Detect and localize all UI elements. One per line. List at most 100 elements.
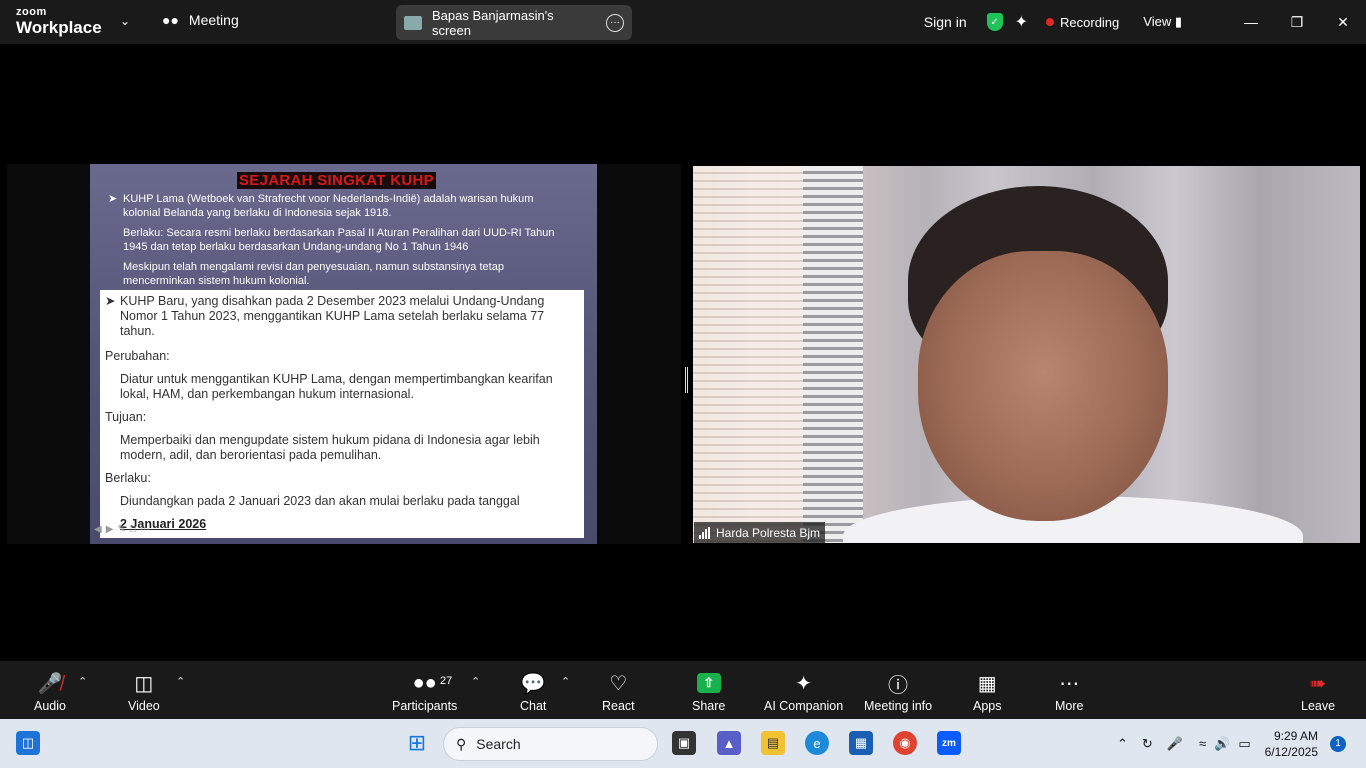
wifi-icon[interactable]: ≈ <box>1199 736 1206 751</box>
slide-bullet-1-text: KUHP Lama (Wetboek van Strafrecht voor N… <box>123 193 534 219</box>
participant-name: Harda Polresta Bjm <box>716 525 821 540</box>
shared-screen-view[interactable]: SEJARAH SINGKAT KUHP ➤ KUHP Lama (Wetboe… <box>7 164 681 544</box>
participants-count: 27 <box>440 675 453 687</box>
windows-start-icon[interactable]: ⊞ <box>405 730 429 755</box>
task-view-icon[interactable]: ▣ <box>672 731 696 755</box>
logo-zoom-text: zoom <box>16 6 47 18</box>
sign-in-link[interactable]: Sign in <box>924 14 967 30</box>
slide-para-3: Meskipun telah mengalami revisi dan peny… <box>123 261 504 287</box>
ai-companion-button[interactable]: ✦ AI Companion <box>764 669 844 714</box>
sparkle-icon[interactable]: ✦ <box>1015 12 1028 32</box>
more-label: More <box>1055 699 1084 713</box>
react-button[interactable]: ♡ React <box>602 669 635 714</box>
taskbar-clock[interactable]: 9:29 AM 6/12/2025 <box>1265 728 1318 760</box>
edge-browser-icon[interactable]: e <box>805 731 829 755</box>
tujuan-text: Memperbaiki dan mengupdate sistem hukum … <box>120 433 540 462</box>
battery-icon[interactable]: ▭ <box>1238 736 1250 752</box>
participants-label: Participants <box>392 699 458 713</box>
splitter-handle[interactable] <box>685 367 688 393</box>
meeting-label: Meeting <box>188 12 239 28</box>
view-button[interactable]: View ▮ <box>1143 14 1182 30</box>
sync-icon[interactable]: ↻ <box>1142 736 1153 752</box>
chat-label: Chat <box>520 699 547 713</box>
recording-indicator[interactable]: Recording <box>1046 15 1119 30</box>
leave-door-icon: ➠ <box>1309 672 1327 695</box>
volume-icon[interactable]: 🔊 <box>1214 736 1230 752</box>
widgets-icon[interactable]: ◫ <box>16 731 40 755</box>
windows-taskbar: ◫ ⊞ ⚲ Search ▣ ▲ ▤ e ▦ ◉ zm ⌃ ↻ 🎤 ≈ 🔊 ▭ … <box>0 719 1366 768</box>
more-button[interactable]: ⋯ More <box>1055 669 1084 714</box>
search-icon: ⚲ <box>456 735 467 752</box>
berlaku-text: Diundangkan pada 2 Januari 2023 dan akan… <box>120 494 520 508</box>
notification-badge[interactable]: 1 <box>1330 735 1346 752</box>
signal-strength-icon <box>699 526 710 539</box>
shared-screen-pill[interactable]: Bapas Banjarmasin's screen ··· <box>396 5 632 40</box>
video-button[interactable]: ◫ Video <box>128 669 160 714</box>
microphone-muted-icon: 🎤̸ <box>37 672 63 695</box>
slide-controls[interactable]: ◀▶✎□⋯ <box>94 524 154 535</box>
zoom-app-icon[interactable]: zm <box>937 731 961 755</box>
recording-label: Recording <box>1060 14 1120 30</box>
view-label: View <box>1143 14 1172 29</box>
restore-icon[interactable]: ❐ <box>1274 14 1320 31</box>
perubahan-heading: Perubahan: <box>105 349 170 363</box>
minimize-icon[interactable]: — <box>1228 14 1274 30</box>
chevron-down-icon[interactable]: ⌄ <box>120 14 130 28</box>
meeting-toolbar: 🎤̸ Audio ⌃ ◫ Video ⌃ ●● Participants 27 … <box>0 661 1366 719</box>
ai-companion-label: AI Companion <box>764 699 844 713</box>
taskbar-search-box[interactable]: ⚲ Search <box>443 727 658 761</box>
people-icon: ●● <box>162 12 179 28</box>
title-bar: zoom Workplace ⌄ ●● Meeting Bapas Banjar… <box>0 0 1366 44</box>
participant-name-tag: Harda Polresta Bjm <box>694 522 826 543</box>
chevron-up-icon[interactable]: ⌃ <box>1117 736 1128 752</box>
box-bullet: ➤ KUHP Baru, yang disahkan pada 2 Desemb… <box>105 294 579 339</box>
meeting-menu[interactable]: ●● Meeting <box>162 12 239 28</box>
leave-button[interactable]: ➠ Leave <box>1301 669 1336 714</box>
more-icon: ⋯ <box>1059 672 1080 695</box>
screen-thumbnail-icon <box>404 15 422 30</box>
microsoft-store-icon[interactable]: ▦ <box>849 731 873 755</box>
arrow-bullet-icon: ➤ <box>105 294 116 308</box>
video-label: Video <box>128 699 160 713</box>
video-camera-icon: ◫ <box>134 672 154 695</box>
audio-label: Audio <box>34 699 66 713</box>
share-button[interactable]: ⇧ Share <box>692 669 725 713</box>
box-bullet-text: KUHP Baru, yang disahkan pada 2 Desember… <box>120 294 545 338</box>
more-options-icon[interactable]: ··· <box>606 13 624 32</box>
presentation-slide: SEJARAH SINGKAT KUHP ➤ KUHP Lama (Wetboe… <box>90 164 597 544</box>
meeting-info-button[interactable]: ⓘ Meeting info <box>864 669 933 714</box>
audio-button[interactable]: 🎤̸ Audio <box>34 669 66 714</box>
chat-button[interactable]: 💬 Chat <box>520 669 547 714</box>
system-tray: ⌃ ↻ 🎤 ≈ 🔊 ▭ 9:29 AM 6/12/2025 1 <box>1117 719 1366 768</box>
slide-para-2: Berlaku: Secara resmi berlaku berdasarka… <box>123 227 555 253</box>
apps-button[interactable]: ▦ Apps <box>973 669 1002 714</box>
apps-icon: ▦ <box>977 672 997 695</box>
share-label: Share <box>692 699 726 713</box>
chat-icon: 💬 <box>520 672 546 695</box>
microphone-icon[interactable]: 🎤 <box>1167 736 1183 752</box>
person-face <box>918 251 1168 521</box>
chat-chevron-up-icon[interactable]: ⌃ <box>561 675 570 688</box>
sparkle-icon: ✦ <box>795 672 812 695</box>
audio-chevron-up-icon[interactable]: ⌃ <box>78 675 87 688</box>
teams-icon[interactable]: ▲ <box>717 731 741 755</box>
chrome-icon[interactable]: ◉ <box>893 731 917 755</box>
close-icon[interactable]: ✕ <box>1320 14 1366 31</box>
slide-title: SEJARAH SINGKAT KUHP <box>237 172 436 189</box>
shield-icon[interactable]: ✓ <box>986 13 1003 31</box>
info-icon: ⓘ <box>888 674 909 697</box>
participants-chevron-up-icon[interactable]: ⌃ <box>471 675 480 688</box>
slide-bullet-1: ➤ KUHP Lama (Wetboek van Strafrecht voor… <box>108 192 573 220</box>
participant-video[interactable] <box>693 166 1360 543</box>
recording-dot-icon <box>1046 18 1055 26</box>
leave-label: Leave <box>1301 699 1336 713</box>
meeting-info-label: Meeting info <box>864 699 933 713</box>
arrow-bullet-icon: ➤ <box>108 193 118 205</box>
shared-screen-label: Bapas Banjarmasin's screen <box>431 7 554 38</box>
berlaku-heading: Berlaku: <box>105 471 151 485</box>
zoom-logo: zoom Workplace <box>16 6 102 37</box>
video-chevron-up-icon[interactable]: ⌃ <box>176 675 185 688</box>
react-label: React <box>602 699 635 713</box>
file-explorer-icon[interactable]: ▤ <box>761 731 785 755</box>
tujuan-heading: Tujuan: <box>105 410 147 424</box>
